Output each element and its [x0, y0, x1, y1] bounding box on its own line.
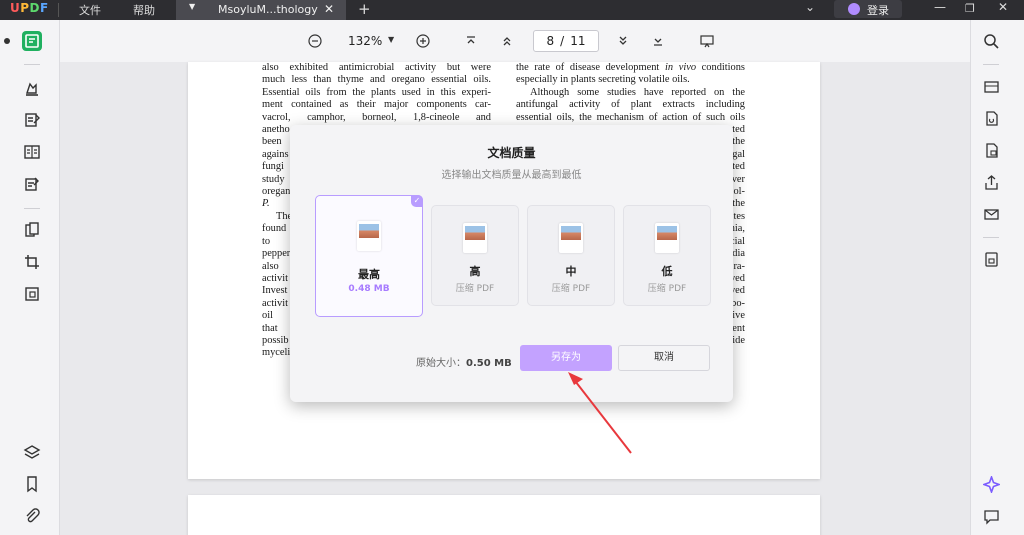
annotation-arrow — [568, 372, 632, 454]
crop-icon[interactable] — [22, 252, 42, 272]
comment-tool-icon[interactable] — [22, 78, 42, 98]
login-button[interactable]: 登录 — [834, 0, 902, 18]
text-line: especially in plants secreting volatile … — [516, 74, 690, 86]
text-line: vacrol, camphor, borneol, 1,8-cineole an… — [262, 111, 491, 123]
text-line: antifungal activity of plant extracts in… — [516, 99, 745, 111]
toolbar-divider — [983, 237, 999, 238]
edit-pdf-icon[interactable] — [22, 110, 42, 130]
new-tab-icon[interactable]: + — [358, 0, 371, 18]
ai-assistant-icon[interactable] — [981, 474, 1001, 494]
bookmark-icon[interactable] — [22, 474, 42, 494]
quality-option-high[interactable]: 高 压缩 PDF — [431, 205, 519, 306]
quality-label: 高 — [469, 265, 481, 278]
text-line: ment contained as their major components… — [262, 99, 491, 111]
pdf-thumbnail-icon — [357, 221, 381, 251]
chevron-down-icon[interactable]: ⌄ — [805, 0, 815, 14]
zoom-out-icon[interactable] — [306, 32, 324, 50]
layers-icon[interactable] — [22, 442, 42, 462]
tab-close-icon[interactable]: ✕ — [324, 2, 334, 16]
protect-icon[interactable] — [981, 140, 1001, 160]
right-toolbar — [970, 20, 1024, 535]
text-line: Essential oils from the plants used in t… — [262, 86, 491, 98]
search-icon[interactable] — [981, 31, 1001, 51]
minimize-icon[interactable]: — — [934, 0, 946, 14]
text-line: Although some studies have reported on t… — [530, 86, 745, 98]
toolbar-divider — [983, 64, 999, 65]
save-icon[interactable] — [981, 249, 1001, 269]
pdf-thumbnail-icon — [463, 223, 487, 253]
original-size-value: 0.50 MB — [466, 358, 512, 369]
toolbar-divider — [24, 208, 40, 209]
page-separator: / — [560, 34, 565, 48]
text-line: much less than thyme and oregano essenti… — [262, 74, 491, 86]
original-size-label: 原始大小： — [416, 358, 466, 369]
pdf-thumbnail-icon — [559, 223, 583, 253]
total-pages: 11 — [570, 34, 586, 48]
title-bar: UPDF 文件 帮助 ▼ MsoyluM...thology ✕ + ⌄ 登录 … — [0, 0, 1024, 20]
pdf-thumbnail-icon — [655, 223, 679, 253]
convert-icon[interactable] — [981, 108, 1001, 128]
restore-icon[interactable]: ❐ — [965, 2, 975, 15]
zoom-in-icon[interactable] — [414, 32, 432, 50]
email-icon[interactable] — [981, 204, 1001, 224]
original-size: 原始大小：0.50 MB — [416, 354, 512, 369]
quality-size: 压缩 PDF — [551, 284, 591, 294]
document-tab[interactable]: ▼ MsoyluM...thology ✕ — [176, 0, 346, 20]
dialog-title: 文档质量 — [487, 146, 536, 160]
quality-option-medium[interactable]: 中 压缩 PDF — [527, 205, 615, 306]
dialog-subtitle: 选择输出文档质量从最高到最低 — [441, 170, 582, 181]
view-toolbar: 132% ▼ 8 / 11 — [60, 20, 970, 62]
organize-pages-icon[interactable] — [22, 142, 42, 162]
reader-mode-icon[interactable] — [22, 31, 42, 51]
current-page: 8 — [546, 34, 555, 48]
avatar-icon — [848, 3, 860, 15]
quality-label: 最高 — [358, 268, 380, 281]
page-tools-icon[interactable] — [22, 284, 42, 304]
collapse-dot-icon[interactable] — [4, 38, 10, 44]
share-icon[interactable] — [981, 172, 1001, 192]
last-page-icon[interactable] — [649, 32, 667, 50]
next-pdf-page — [188, 495, 820, 535]
title-separator — [58, 3, 59, 17]
quality-label: 中 — [565, 265, 577, 278]
arrow-shaft — [571, 376, 632, 454]
quality-size: 压缩 PDF — [455, 284, 495, 294]
document-quality-dialog: 文档质量 选择输出文档质量从最高到最低 ✓ 最高 0.48 MB 高 压缩 PD… — [290, 125, 733, 402]
comments-panel-icon[interactable] — [981, 506, 1001, 526]
first-page-icon[interactable] — [462, 32, 480, 50]
zoom-level[interactable]: 132% — [348, 34, 382, 48]
left-toolbar — [0, 20, 60, 535]
quality-option-highest[interactable]: ✓ 最高 0.48 MB — [315, 195, 423, 317]
app-logo: UPDF — [10, 1, 49, 15]
next-page-icon[interactable] — [614, 32, 632, 50]
toolbar-divider — [24, 64, 40, 65]
convert-pdf-icon[interactable] — [22, 220, 42, 240]
page-number-input[interactable]: 8 / 11 — [533, 30, 599, 52]
zoom-dropdown-icon[interactable]: ▼ — [388, 35, 394, 44]
tab-dropdown-icon[interactable]: ▼ — [189, 2, 195, 11]
tab-title: MsoyluM...thology — [218, 3, 318, 16]
text-line: the rate of disease development in vivo … — [516, 62, 745, 73]
quality-size: 0.48 MB — [348, 284, 390, 294]
login-label: 登录 — [867, 4, 889, 17]
ocr-icon[interactable] — [981, 76, 1001, 96]
fill-sign-icon[interactable] — [22, 174, 42, 194]
menu-help[interactable]: 帮助 — [133, 2, 155, 18]
quality-option-low[interactable]: 低 压缩 PDF — [623, 205, 711, 306]
checkmark-icon: ✓ — [411, 195, 423, 207]
quality-size: 压缩 PDF — [647, 284, 687, 294]
menu-file[interactable]: 文件 — [79, 2, 101, 18]
attachment-icon[interactable] — [22, 506, 42, 526]
previous-page-icon[interactable] — [498, 32, 516, 50]
presentation-icon[interactable] — [698, 32, 716, 50]
quality-label: 低 — [661, 265, 673, 278]
close-window-icon[interactable]: ✕ — [998, 0, 1008, 14]
arrow-head — [568, 372, 583, 385]
text-line: essential oils, the mechanism of action … — [516, 111, 745, 123]
text-line: also exhibited antimicrobial activity bu… — [262, 62, 491, 73]
